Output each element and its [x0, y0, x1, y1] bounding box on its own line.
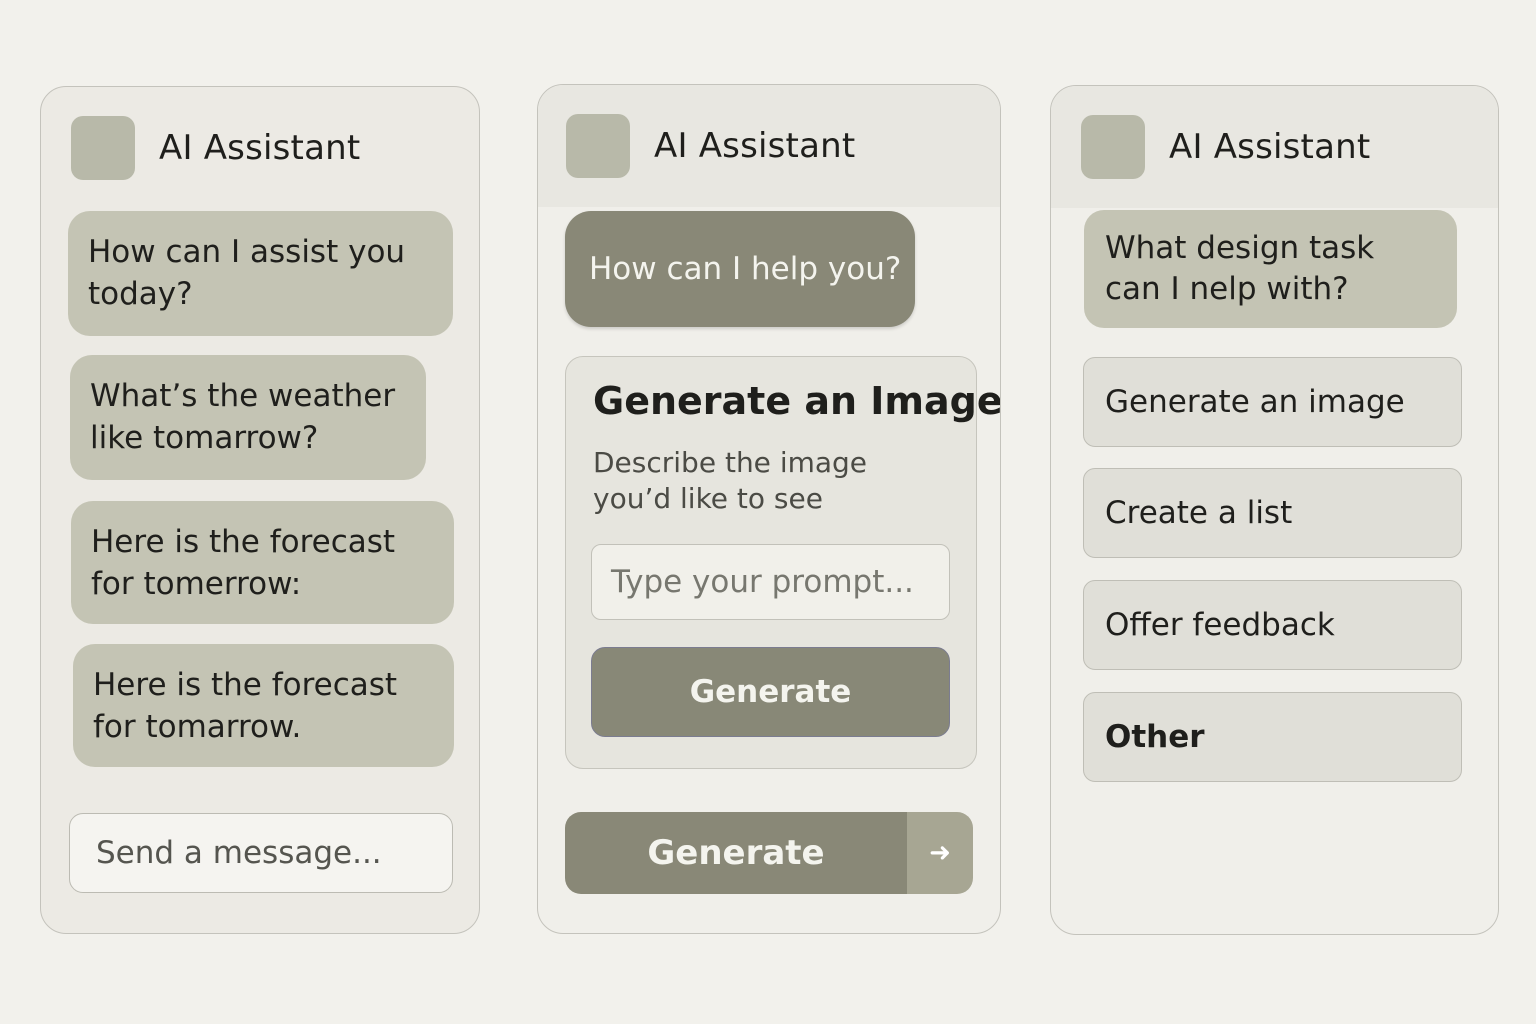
card-description: Describe the image you’d like to see — [593, 446, 868, 515]
panel-title: AI Assistant — [159, 128, 361, 168]
chat-panel-generate-image: AI Assistant How can I help you? Generat… — [537, 84, 1001, 934]
assistant-avatar — [71, 116, 135, 180]
prompt-input[interactable]: Type your prompt... — [591, 544, 950, 620]
option-other[interactable]: Other — [1083, 692, 1462, 782]
panel-title: AI Assistant — [1169, 127, 1371, 167]
panel-header: AI Assistant — [538, 85, 1000, 207]
card-title: Generate an Image — [593, 379, 1001, 423]
generate-image-card: Generate an Image Describe the image you… — [565, 356, 1000, 769]
message-input[interactable]: Send a message... — [69, 813, 453, 893]
assistant-message-bubble: What design task can I nelp with? — [1084, 210, 1457, 328]
assistant-avatar — [566, 114, 630, 178]
generate-button[interactable]: Generate — [591, 647, 950, 737]
assistant-avatar — [1081, 115, 1145, 179]
assistant-message-bubble: How can I assist you today? — [68, 211, 453, 336]
bottom-generate-button[interactable]: Generate — [565, 812, 907, 894]
panel-header: AI Assistant — [41, 87, 479, 209]
option-generate-image[interactable]: Generate an image — [1083, 357, 1462, 447]
chat-panel-design-options: AI Assistant What design task can I nelp… — [1050, 85, 1499, 935]
panel-title: AI Assistant — [654, 126, 856, 166]
generate-send-bar[interactable]: Generate ➜ — [565, 812, 973, 894]
chat-panel-conversation: AI Assistant How can I assist you today?… — [40, 86, 480, 934]
assistant-message-bubble: How can I help you? — [565, 211, 915, 327]
option-create-list[interactable]: Create a list — [1083, 468, 1462, 558]
option-offer-feedback[interactable]: Offer feedback — [1083, 580, 1462, 670]
user-message-bubble: What’s the weather like tomarrow? — [70, 355, 426, 480]
assistant-message-bubble: Here is the forecast for tomarrow. — [73, 644, 454, 767]
panel-header: AI Assistant — [1051, 86, 1498, 208]
arrow-right-icon[interactable]: ➜ — [907, 812, 973, 894]
assistant-message-bubble: Here is the forecast for tomerrow: — [71, 501, 454, 624]
